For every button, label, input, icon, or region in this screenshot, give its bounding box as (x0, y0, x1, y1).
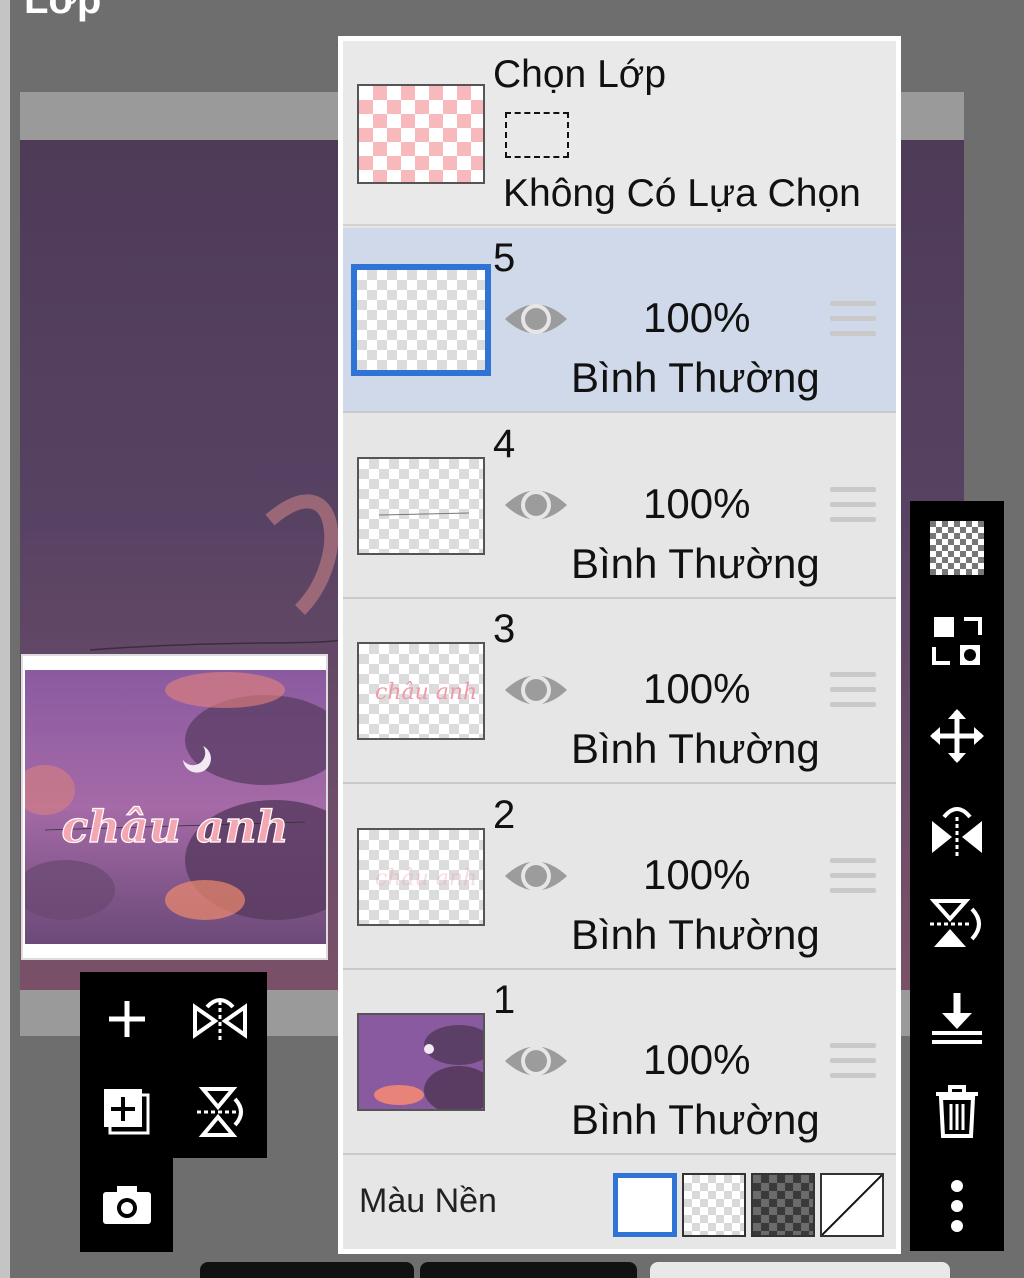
layer-thumb-art (359, 1015, 483, 1110)
layer-number: 4 (493, 421, 516, 466)
canvas-tools-toolbar (910, 501, 1004, 1251)
flip-vertical-button[interactable] (173, 1065, 266, 1158)
duplicate-layer-button[interactable] (80, 1065, 173, 1158)
canvas-flip-vertical-button[interactable] (910, 877, 1004, 971)
layer-thumb-art: châu anh (375, 680, 478, 706)
preview-caption: châu anh (61, 802, 288, 853)
window-title: Lớp (24, 0, 102, 22)
layer-opacity[interactable]: 100% (643, 665, 750, 713)
selection-status: Không Có Lựa Chọn (503, 172, 861, 215)
layer-thumb-art (378, 512, 470, 516)
flip-horizontal-icon (192, 997, 247, 1041)
swap-icon (932, 617, 982, 665)
move-icon (930, 709, 984, 763)
layer-panel: Chọn Lớp Không Có Lựa Chọn 5 100% Bình Thư… (338, 36, 901, 1254)
visibility-eye-icon[interactable] (503, 657, 569, 723)
bottom-tab-1[interactable] (200, 1262, 414, 1278)
drag-handle-icon[interactable] (830, 486, 876, 525)
flip-horizontal-button[interactable] (173, 972, 266, 1065)
bottom-tab-2[interactable] (420, 1262, 637, 1278)
camera-icon (102, 1185, 151, 1224)
move-button[interactable] (910, 689, 1004, 783)
preview-image: châu anh (25, 670, 326, 944)
drag-handle-icon[interactable] (830, 672, 876, 710)
trash-icon (936, 1085, 978, 1138)
more-options-button[interactable] (910, 1159, 1004, 1253)
layer-number: 3 (493, 607, 516, 652)
background-label: Màu Nền (359, 1182, 497, 1220)
slash-icon (822, 1175, 882, 1235)
layer-number: 5 (493, 236, 516, 280)
flip-horizontal-icon (932, 807, 982, 857)
checker-icon (930, 521, 984, 575)
bg-dark-checker-swatch[interactable] (751, 1173, 815, 1237)
layer-opacity[interactable]: 100% (643, 480, 750, 528)
layer-row[interactable]: 3 châu anh 100% Bình Thường (343, 599, 896, 785)
merge-down-button[interactable] (910, 971, 1004, 1065)
layer-thumbnail[interactable] (351, 264, 491, 376)
layer-actions-toolbar-extra (80, 1158, 173, 1252)
layer-blend-mode[interactable]: Bình Thường (571, 354, 820, 402)
selection-title: Chọn Lớp (493, 53, 667, 96)
flip-vertical-icon (930, 899, 981, 947)
drag-handle-icon[interactable] (830, 857, 876, 896)
selection-thumbnail (357, 84, 485, 184)
layer-blend-mode[interactable]: Bình Thường (571, 540, 820, 588)
layer-blend-mode[interactable]: Bình Thường (571, 911, 820, 959)
swap-button[interactable] (910, 595, 1004, 689)
layer-number: 2 (493, 792, 516, 837)
window-edge (0, 0, 10, 1278)
layer-thumbnail[interactable] (357, 1013, 485, 1112)
visibility-eye-icon[interactable] (503, 472, 569, 538)
visibility-eye-icon[interactable] (503, 286, 569, 352)
bottom-tab-3[interactable] (650, 1262, 950, 1278)
drag-handle-icon[interactable] (830, 1043, 876, 1081)
visibility-eye-icon[interactable] (503, 843, 569, 909)
bg-transparent-swatch[interactable] (820, 1173, 884, 1237)
layer-row[interactable]: 1 100% Bình Thường (343, 970, 896, 1156)
visibility-eye-icon[interactable] (503, 1028, 569, 1094)
layer-blend-mode[interactable]: Bình Thường (571, 725, 820, 773)
transparency-toggle-button[interactable] (910, 501, 1004, 595)
selection-layer-row[interactable]: Chọn Lớp Không Có Lựa Chọn (343, 41, 896, 226)
add-layer-button[interactable] (80, 972, 173, 1065)
merge-down-icon (932, 993, 982, 1044)
layer-opacity[interactable]: 100% (643, 294, 750, 342)
layer-row[interactable]: 5 100% Bình Thường (343, 228, 896, 413)
add-copy-layer-icon (103, 1088, 149, 1134)
canvas-preview[interactable]: châu anh (21, 654, 328, 960)
layer-thumbnail[interactable]: châu anh (357, 642, 485, 741)
layer-thumbnail[interactable] (357, 456, 485, 555)
bg-light-checker-swatch[interactable] (682, 1173, 746, 1237)
more-icon (951, 1180, 963, 1232)
layer-row[interactable]: 2 châu anh 100% Bình Thường (343, 784, 896, 970)
background-color-row: Màu Nền (343, 1156, 896, 1249)
layer-blend-mode[interactable]: Bình Thường (571, 1096, 820, 1144)
layer-row[interactable]: 4 100% Bình Thường (343, 413, 896, 599)
layer-number: 1 (493, 978, 516, 1023)
selection-marquee-icon (505, 112, 569, 158)
layer-thumb-art: châu anh (375, 865, 478, 891)
flip-vertical-icon (196, 1086, 243, 1137)
bg-white-swatch[interactable] (613, 1173, 677, 1237)
layer-opacity[interactable]: 100% (643, 1036, 750, 1084)
camera-button[interactable] (80, 1158, 173, 1251)
add-layer-icon (108, 1000, 145, 1037)
canvas-flip-horizontal-button[interactable] (910, 783, 1004, 877)
layer-opacity[interactable]: 100% (643, 851, 750, 899)
layer-actions-toolbar (80, 972, 267, 1158)
layer-thumbnail[interactable]: châu anh (357, 827, 485, 926)
delete-layer-button[interactable] (910, 1065, 1004, 1159)
drag-handle-icon[interactable] (830, 301, 876, 339)
